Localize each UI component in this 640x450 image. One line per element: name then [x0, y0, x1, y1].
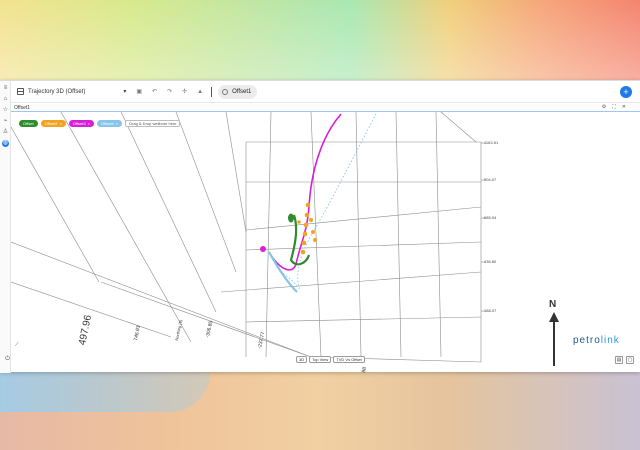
- globe-icon[interactable]: ◍: [2, 140, 9, 147]
- view-3d-button[interactable]: 3D: [296, 356, 308, 363]
- z-tick-label: 188.07: [484, 308, 497, 313]
- redo-icon[interactable]: ↷: [167, 88, 172, 95]
- chip-label: Offset3: [72, 121, 86, 126]
- chip-label: Offset4: [100, 121, 114, 126]
- z-tick-label: 436.80: [484, 259, 497, 264]
- settings-icon[interactable]: ⚙: [602, 104, 606, 110]
- chip-offset3[interactable]: Offset3 ×: [68, 120, 94, 127]
- axis-gizmo-icon: ⟋: [15, 342, 19, 348]
- fullscreen-icon[interactable]: ▢: [626, 356, 634, 364]
- petrolink-logo: petrolink: [573, 335, 620, 346]
- user-icon[interactable]: ♙: [2, 129, 9, 136]
- north-arrow-icon: [549, 312, 559, 366]
- star-icon[interactable]: ☆: [2, 107, 9, 114]
- bell-icon[interactable]: ▲: [197, 89, 203, 95]
- maximize-icon[interactable]: ⛶: [612, 104, 616, 110]
- left-rail: ≡ ⌂ ☆ ⌁ ♙ ◍ ⏻: [0, 81, 11, 373]
- chip-offset4[interactable]: Offset4 ×: [96, 120, 123, 127]
- title-dropdown-button[interactable]: ▾: [123, 88, 126, 95]
- window-title: Trajectory 3D (Offset): [28, 88, 86, 95]
- wellbore-chips: Offset Offset2 × Offset3 × Offset4 × Dra…: [19, 120, 181, 127]
- trajectory-scene: [11, 112, 485, 363]
- chip-remove-icon[interactable]: ×: [88, 120, 90, 127]
- undo-icon[interactable]: ↶: [152, 88, 157, 95]
- close-icon[interactable]: ✕: [622, 104, 626, 110]
- wellhead-offset3: [260, 246, 266, 252]
- app-window: ≡ ⌂ ☆ ⌁ ♙ ◍ ⏻ Trajectory 3D (Offset) ▾ ▣…: [0, 80, 640, 373]
- chip-offset[interactable]: Offset: [19, 120, 38, 127]
- drop-wellbore-zone[interactable]: Drag & Drop wellbore here: [125, 120, 181, 127]
- trajectory-offset4-bottom: [268, 251, 298, 293]
- chip-label: Offset: [23, 121, 34, 126]
- trajectory-offset3: [268, 113, 342, 271]
- view-tvd-offset-button[interactable]: TVD Vs Offset: [333, 356, 365, 363]
- dashboard-icon: [17, 88, 24, 95]
- power-icon[interactable]: ⏻: [4, 356, 11, 363]
- tab-label: Offset1: [232, 88, 252, 95]
- home-icon[interactable]: ⌂: [2, 96, 9, 103]
- logo-part2: link: [600, 335, 620, 346]
- viewport-controls: ▤ ▢: [615, 356, 634, 364]
- tab-offset1[interactable]: Offset1: [218, 84, 258, 99]
- chip-remove-icon[interactable]: ×: [116, 120, 118, 127]
- logo-part1: petro: [573, 335, 601, 346]
- layers-icon[interactable]: ▤: [615, 356, 623, 364]
- chip-remove-icon[interactable]: ×: [59, 120, 61, 127]
- view-top-button[interactable]: Top View: [309, 356, 332, 363]
- top-toolbar: Trajectory 3D (Offset) ▾ ▣ ↶ ↷ ✢ ▲ Offse…: [11, 81, 640, 103]
- panel-tools: ⚙ ⛶ ✕: [602, 104, 626, 110]
- chip-label: Offset2: [44, 121, 58, 126]
- 3d-viewport[interactable]: Offset Offset2 × Offset3 × Offset4 × Dra…: [11, 111, 640, 373]
- slant-axis-label: 88: [361, 366, 369, 373]
- trajectory-offset4: [280, 113, 377, 289]
- add-button[interactable]: +: [620, 86, 632, 98]
- wellhead-offset: [288, 213, 294, 223]
- background-terrain-top: [0, 0, 640, 80]
- chart-icon[interactable]: ⌁: [2, 118, 9, 125]
- toolbar-divider: [211, 86, 213, 97]
- z-tick-label: 904.07: [484, 177, 497, 182]
- tab-status-icon: [222, 88, 229, 95]
- z-tick-label: 1163.51: [484, 140, 499, 145]
- menu-icon[interactable]: ≡: [2, 85, 9, 92]
- z-axis-ticks: [481, 142, 485, 312]
- z-tick-label: 685.94: [484, 215, 497, 220]
- chip-offset2[interactable]: Offset2 ×: [40, 120, 66, 127]
- north-label: N: [549, 299, 557, 310]
- save-icon[interactable]: ▣: [136, 88, 142, 95]
- view-mode-buttons: 3D Top View TVD Vs Offset: [296, 356, 365, 363]
- background-water: [0, 372, 210, 412]
- pin-icon[interactable]: ✢: [182, 88, 187, 95]
